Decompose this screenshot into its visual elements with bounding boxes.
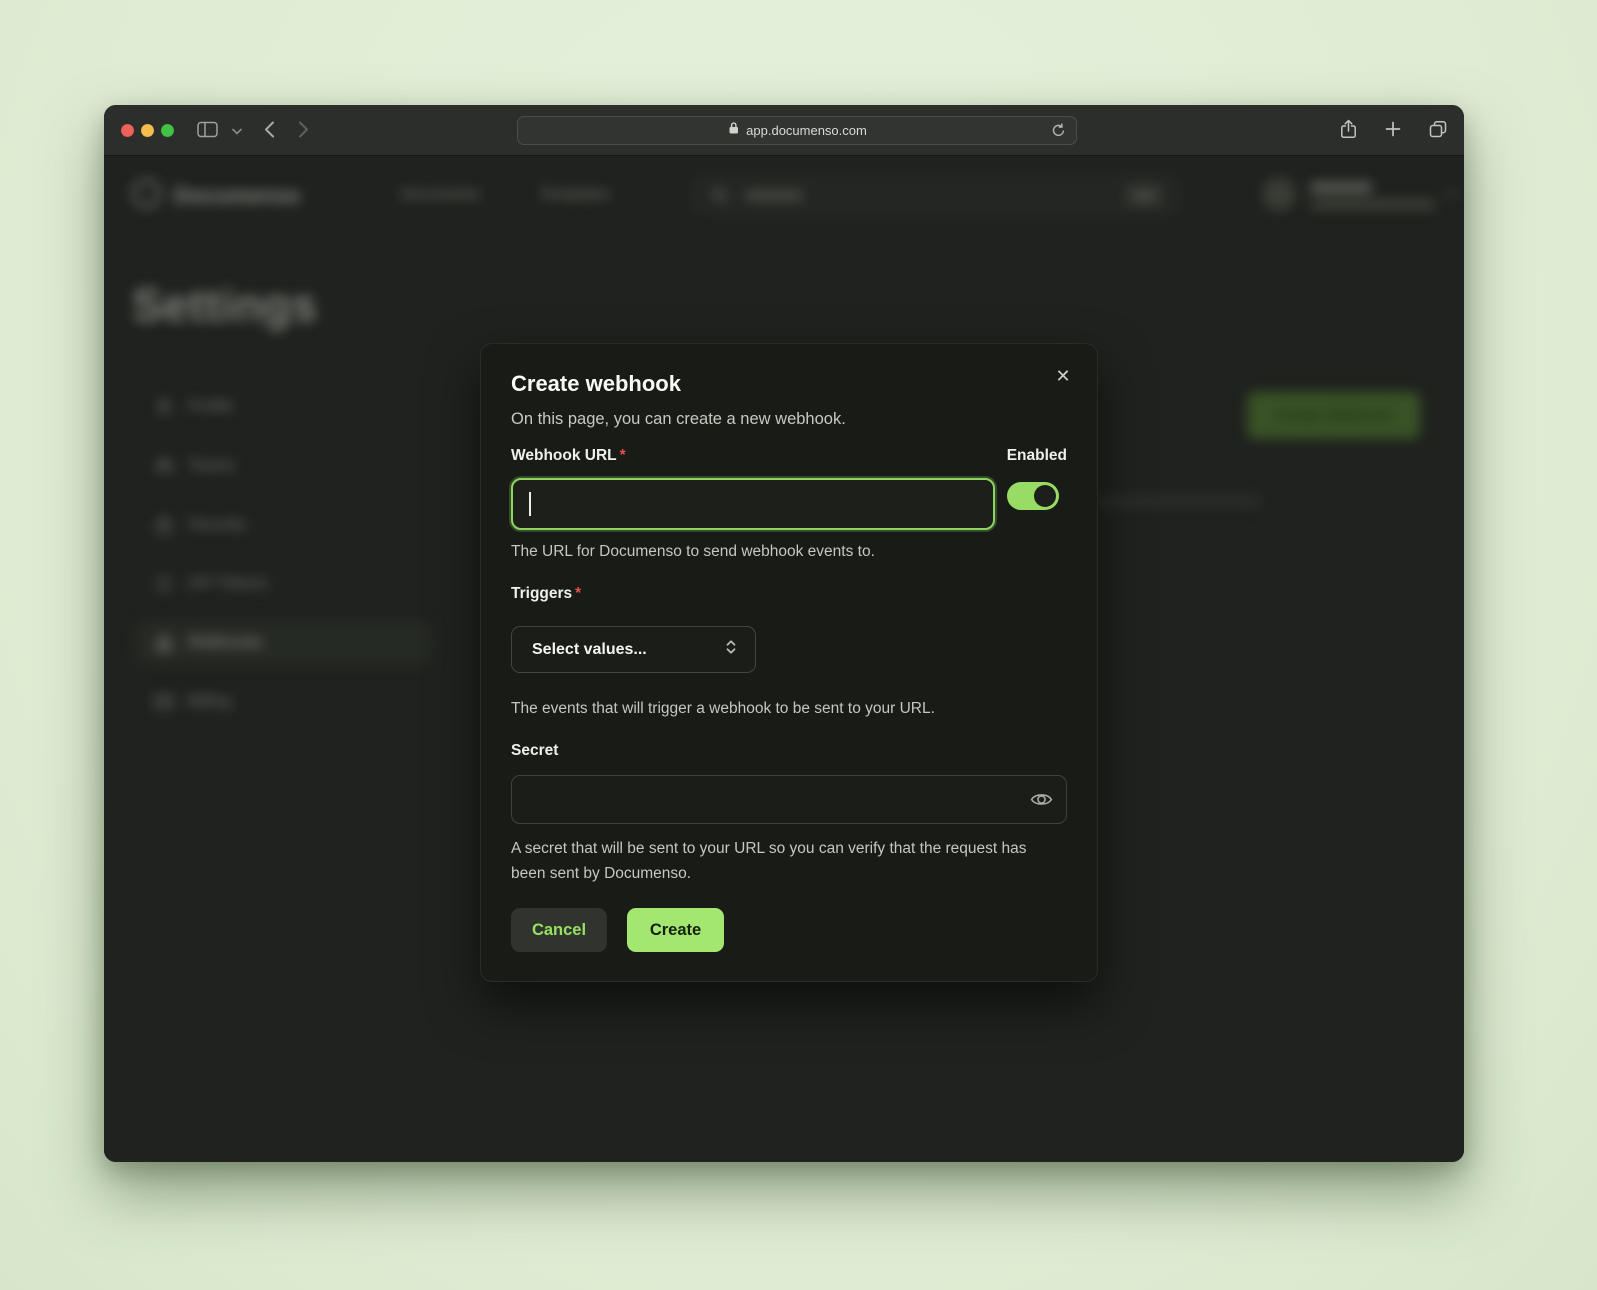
create-button[interactable]: Create <box>627 908 724 952</box>
webhook-url-input[interactable] <box>511 478 995 530</box>
text-cursor <box>529 492 531 516</box>
padlock-icon <box>727 121 740 140</box>
reveal-secret-button[interactable] <box>1029 788 1053 812</box>
back-arrow-icon <box>264 121 275 141</box>
dialog-title: Create webhook <box>511 370 1067 398</box>
browser-window: app.documenso.com <box>104 105 1464 1162</box>
select-expand-icon <box>721 637 741 662</box>
webhook-url-helper: The URL for Documenso to send webhook ev… <box>511 542 1067 562</box>
close-window-button[interactable] <box>121 124 134 137</box>
plus-icon <box>1385 121 1401 140</box>
dialog-actions: Cancel Create <box>511 908 1067 952</box>
triggers-helper: The events that will trigger a webhook t… <box>511 699 1067 719</box>
close-dialog-button[interactable]: ✕ <box>1051 364 1075 388</box>
secret-label: Secret <box>511 741 1067 761</box>
chevron-down-icon <box>232 123 242 138</box>
enabled-toggle[interactable] <box>1007 482 1059 510</box>
reload-icon <box>1051 123 1066 141</box>
address-text: app.documenso.com <box>746 123 867 138</box>
triggers-select[interactable]: Select values... <box>511 626 756 673</box>
required-asterisk: * <box>620 447 626 464</box>
eye-icon <box>1030 799 1053 814</box>
triggers-label: Triggers* <box>511 584 1067 604</box>
webhook-url-section: Webhook URL* Enabled <box>511 446 1067 530</box>
webhook-url-label: Webhook URL* <box>511 446 995 466</box>
dialog-description: On this page, you can create a new webho… <box>511 408 1067 430</box>
toggle-knob <box>1034 485 1056 507</box>
tab-overview-icon <box>1429 120 1447 141</box>
create-webhook-dialog: ✕ Create webhook On this page, you can c… <box>480 343 1098 982</box>
address-bar[interactable]: app.documenso.com <box>517 116 1077 145</box>
zoom-window-button[interactable] <box>161 124 174 137</box>
share-icon <box>1340 119 1357 142</box>
secret-input[interactable] <box>511 775 1067 824</box>
triggers-select-placeholder: Select values... <box>532 641 647 659</box>
required-asterisk: * <box>575 585 581 602</box>
minimize-window-button[interactable] <box>141 124 154 137</box>
cancel-button[interactable]: Cancel <box>511 908 607 952</box>
app-viewport: Documenso Documents Templates Settings <box>104 156 1464 1162</box>
close-icon: ✕ <box>1055 366 1070 386</box>
forward-arrow-icon <box>298 121 309 141</box>
sidebar-toggle-icon <box>197 121 218 141</box>
reload-button[interactable] <box>1046 120 1070 144</box>
enabled-label: Enabled <box>1007 446 1067 466</box>
secret-helper: A secret that will be sent to your URL s… <box>511 836 1036 886</box>
